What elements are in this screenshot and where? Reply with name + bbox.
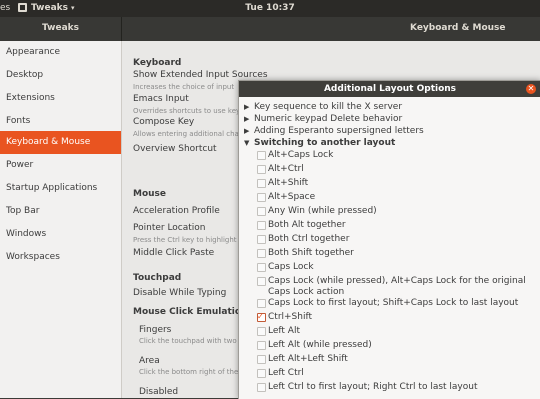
expand-arrow-icon[interactable]: ▶ (244, 115, 254, 123)
area-option-label[interactable]: Area (139, 356, 160, 366)
tree-group-kill-x-server[interactable]: ▶ Key sequence to kill the X server (244, 102, 402, 112)
checkbox[interactable] (257, 355, 266, 364)
option-label: Caps Lock to first layout; Shift+Caps Lo… (268, 298, 519, 308)
show-extended-desc: Increases the choice of input (133, 83, 235, 91)
option-label: Left Alt (268, 326, 300, 336)
tree-group-label: Key sequence to kill the X server (254, 102, 403, 112)
sidebar-item-desktop[interactable]: Desktop (0, 64, 121, 87)
page-title: Keyboard & Mouse (410, 23, 506, 33)
touchpad-section-title: Touchpad (133, 273, 182, 283)
sidebar-item-power[interactable]: Power (0, 154, 121, 177)
option-label: Ctrl+Shift (268, 312, 313, 322)
sidebar-item-fonts[interactable]: Fonts (0, 110, 121, 133)
emacs-input-label: Emacs Input (133, 94, 189, 104)
sidebar-item-appearance[interactable]: Appearance (0, 41, 121, 64)
option-label: Both Ctrl together (268, 234, 350, 244)
pointer-location-desc: Press the Ctrl key to highlight th (133, 236, 246, 244)
checkbox[interactable] (257, 235, 266, 244)
option-label: Alt+Caps Lock (268, 150, 334, 160)
sidebar-item-keyboard-mouse[interactable]: Keyboard & Mouse (0, 131, 121, 154)
pointer-location-label: Pointer Location (133, 223, 206, 233)
option-label: Both Shift together (268, 248, 354, 258)
collapse-arrow-icon[interactable]: ▼ (244, 139, 254, 147)
sidebar-item-top-bar[interactable]: Top Bar (0, 200, 121, 223)
mouse-section-title: Mouse (133, 189, 167, 199)
overview-shortcut-label: Overview Shortcut (133, 144, 217, 154)
checkbox[interactable] (257, 193, 266, 202)
tree-group-esperanto-letters[interactable]: ▶ Adding Esperanto supersigned letters (244, 126, 424, 136)
checkbox[interactable] (257, 299, 266, 308)
tree-group-label: Switching to another layout (254, 138, 396, 148)
option-label: Alt+Space (268, 192, 316, 202)
option-label: Caps Lock (while pressed), Alt+Caps Lock… (268, 276, 526, 297)
fingers-option-desc: Click the touchpad with two fi (139, 337, 244, 345)
checkbox[interactable] (257, 165, 266, 174)
checkbox-checked[interactable] (257, 311, 266, 322)
expand-arrow-icon[interactable]: ▶ (244, 127, 254, 135)
additional-layout-options-dialog: Additional Layout Options ✕ ▶ Key sequenc… (238, 80, 540, 399)
checkbox[interactable] (257, 151, 266, 160)
checkbox[interactable] (257, 383, 266, 392)
header-left: Tweaks (0, 17, 121, 41)
disable-while-typing-label: Disable While Typing (133, 288, 227, 298)
show-extended-input-sources-label: Show Extended Input Sources (133, 70, 268, 80)
tree-group-numeric-keypad-delete[interactable]: ▶ Numeric keypad Delete behavior (244, 114, 402, 124)
option-label: Left Alt+Left Shift (268, 354, 348, 364)
checkbox[interactable] (257, 207, 266, 216)
close-icon[interactable]: ✕ (526, 84, 536, 94)
window-title: Tweaks (42, 23, 79, 33)
clock[interactable]: Tue 10:37 (0, 3, 540, 13)
expand-arrow-icon[interactable]: ▶ (244, 103, 254, 111)
option-label: Left Ctrl (268, 368, 304, 378)
sidebar-item-startup-applications[interactable]: Startup Applications (0, 177, 121, 200)
header-bar: Tweaks Keyboard & Mouse (0, 17, 540, 42)
tree-group-label: Numeric keypad Delete behavior (254, 114, 403, 124)
sidebar-item-workspaces[interactable]: Workspaces (0, 246, 121, 269)
disabled-option-label[interactable]: Disabled (139, 387, 178, 397)
tree-group-label: Adding Esperanto supersigned letters (254, 126, 424, 136)
option-label: Any Win (while pressed) (268, 206, 377, 216)
checkbox[interactable] (257, 327, 266, 336)
dialog-title: Additional Layout Options (323, 84, 457, 94)
checkbox[interactable] (257, 249, 266, 258)
compose-key-desc: Allows entering additional chara (133, 130, 247, 138)
checkbox[interactable] (257, 277, 266, 286)
checkbox[interactable] (257, 221, 266, 230)
checkbox[interactable] (257, 263, 266, 272)
dialog-titlebar: Additional Layout Options ✕ (239, 81, 540, 97)
tree-group-switching-layout[interactable]: ▼ Switching to another layout (244, 138, 395, 148)
acceleration-profile-label: Acceleration Profile (133, 206, 220, 216)
checkbox[interactable] (257, 341, 266, 350)
checkbox[interactable] (257, 369, 266, 378)
option-label: Caps Lock (268, 262, 314, 272)
option-label: Both Alt together (268, 220, 346, 230)
sidebar: Appearance Desktop Extensions Fonts Keyb… (0, 41, 122, 398)
sidebar-item-windows[interactable]: Windows (0, 223, 121, 246)
header-divider (121, 17, 122, 41)
option-label: Left Alt (while pressed) (268, 340, 372, 350)
option-label: Left Ctrl to first layout; Right Ctrl to… (268, 382, 478, 392)
checkbox[interactable] (257, 179, 266, 188)
emacs-input-desc: Overrides shortcuts to use keyb (133, 107, 245, 115)
option-label: Alt+Ctrl (268, 164, 304, 174)
keyboard-section-title: Keyboard (133, 58, 182, 68)
top-panel: es Tweaks ▾ Tue 10:37 (0, 0, 540, 17)
area-option-desc: Click the bottom right of the t (139, 368, 244, 376)
mouse-click-emulation-title: Mouse Click Emulation (133, 307, 248, 317)
middle-click-paste-label: Middle Click Paste (133, 248, 215, 258)
sidebar-item-extensions[interactable]: Extensions (0, 87, 121, 110)
option-label: Alt+Shift (268, 178, 309, 188)
fingers-option-label[interactable]: Fingers (139, 325, 171, 335)
compose-key-label: Compose Key (133, 117, 195, 127)
